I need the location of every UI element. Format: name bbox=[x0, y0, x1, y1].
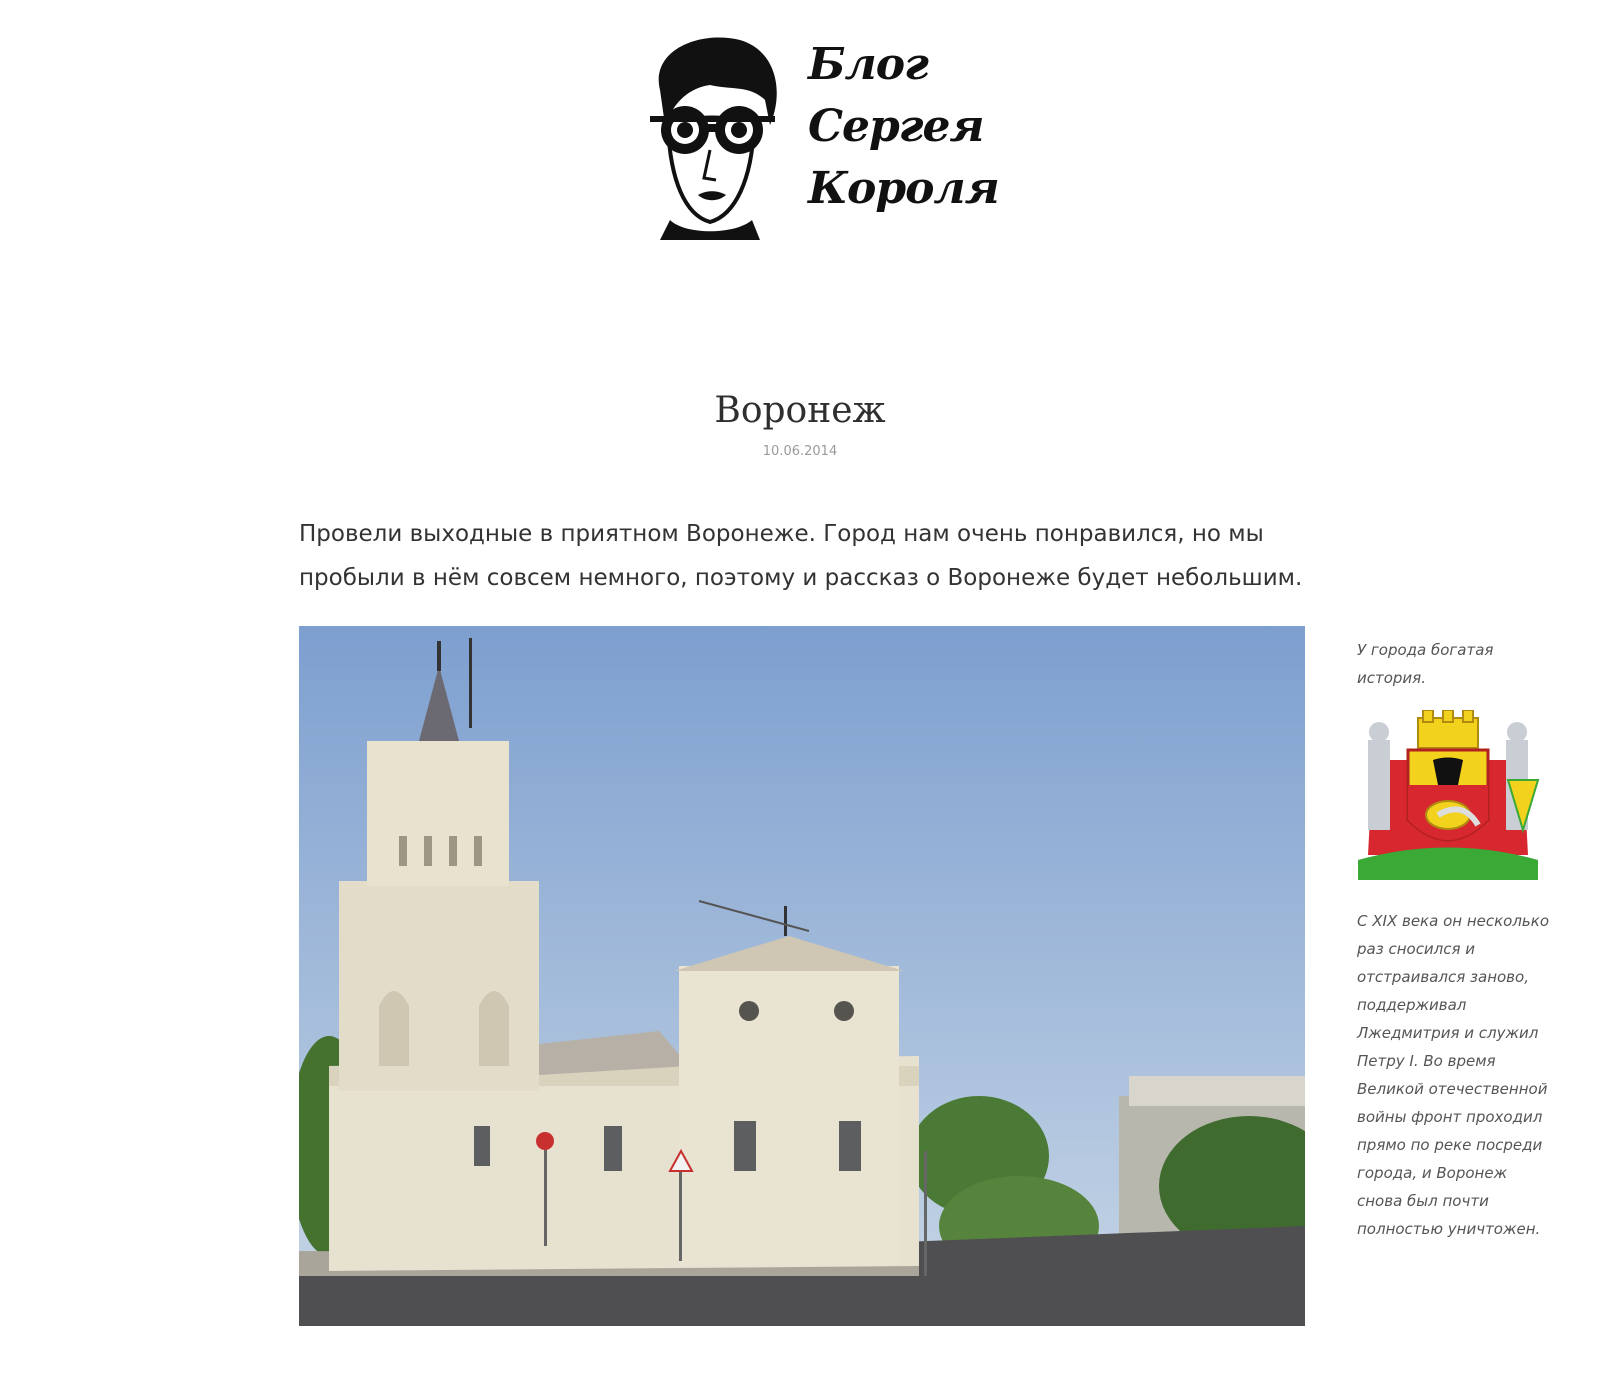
logo-line-3: Короля bbox=[808, 163, 1000, 214]
sidenote-caption-bottom: С XIX века он несколько раз сносился и о… bbox=[1357, 912, 1550, 1238]
post-title: Воронеж bbox=[714, 390, 886, 431]
sidenote-caption-top: У города богатая история. bbox=[1357, 641, 1494, 687]
logo-wordmark: Блог Сергея Короля bbox=[808, 34, 1000, 234]
post-date: 10.06.2014 bbox=[762, 444, 838, 459]
old-building-with-tower-photo[interactable] bbox=[299, 626, 1305, 1326]
sidenote: У города богатая история. С XIX века он … bbox=[1357, 636, 1557, 1243]
post-lead-paragraph: Провели выходные в приятном Воронеже. Го… bbox=[299, 521, 1303, 591]
voronezh-coat-of-arms-icon[interactable] bbox=[1353, 710, 1543, 885]
site-logo[interactable]: Блог Сергея Короля bbox=[640, 30, 1000, 240]
goggles-portrait-icon bbox=[650, 37, 777, 240]
logo-line-1: Блог bbox=[808, 39, 929, 90]
logo-line-2: Сергея bbox=[808, 101, 985, 152]
